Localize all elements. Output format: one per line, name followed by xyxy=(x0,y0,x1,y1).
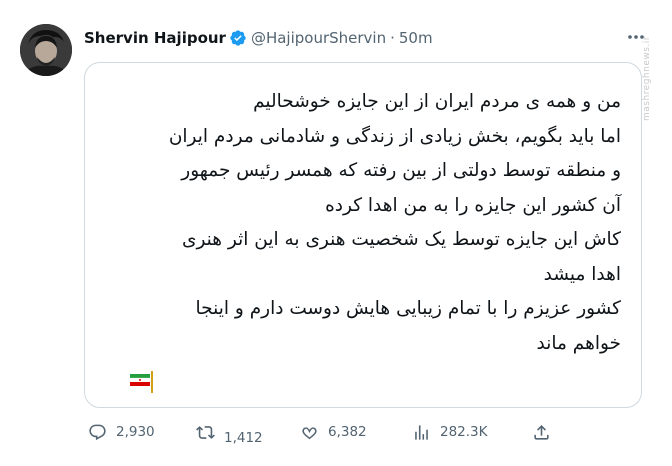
handle[interactable]: @HajipourShervin xyxy=(251,29,386,47)
share-icon xyxy=(534,424,549,440)
tweet-text-card: من و همه ی مردم ایران از این جایزه خوشحا… xyxy=(84,62,642,408)
retweet-icon xyxy=(196,425,215,439)
tweet-line: کشور عزیزم را با تمام زیبایی هایش دوست د… xyxy=(195,298,621,319)
tweet-line: کاش این جایزه توسط یک شخصیت هنری به این … xyxy=(181,229,621,250)
tweet-line: من و همه ی مردم ایران از این جایزه خوشحا… xyxy=(253,91,621,112)
timestamp[interactable]: 50m xyxy=(399,29,433,47)
profile-photo-icon xyxy=(20,24,72,76)
tweet-line: آن کشور این جایزه را به من اهدا کرده xyxy=(325,194,621,216)
action-bar: 2,930 1,412 6,382 282.3K xyxy=(84,418,554,446)
share-button[interactable] xyxy=(532,418,551,446)
reply-icon xyxy=(89,424,106,440)
like-button[interactable]: 6,382 xyxy=(300,418,367,446)
views-button[interactable]: 282.3K xyxy=(412,418,488,446)
tweet-line: اما باید بگویم، بخش زیادی از زندگی و شاد… xyxy=(168,125,621,147)
retweet-count: 1,412 xyxy=(224,430,263,446)
tweet-line: و منطقه توسط دولتی از بین رفته که همسر ر… xyxy=(181,160,621,181)
tweet-line: اهدا میشد xyxy=(543,263,621,285)
reply-button[interactable]: 2,930 xyxy=(88,418,155,446)
views-count: 282.3K xyxy=(440,424,488,440)
display-name[interactable]: Shervin Hajipour xyxy=(84,29,226,47)
separator-dot: · xyxy=(390,29,395,47)
views-chart-icon xyxy=(415,424,428,440)
avatar[interactable] xyxy=(20,24,72,76)
tweet-text: من و همه ی مردم ایران از این جایزه خوشحا… xyxy=(111,85,621,361)
retweet-button[interactable]: 1,412 xyxy=(196,418,263,446)
like-count: 6,382 xyxy=(328,424,367,440)
watermark: mashreghnews.ir xyxy=(642,36,652,122)
reply-count: 2,930 xyxy=(116,424,155,440)
verified-badge-icon xyxy=(229,29,247,47)
tweet-line: خواهم ماند xyxy=(536,332,622,354)
iran-flag-icon xyxy=(128,367,154,393)
tweet: Shervin Hajipour @HajipourShervin · 50m … xyxy=(0,0,672,466)
tweet-header: Shervin Hajipour @HajipourShervin · 50m xyxy=(84,26,433,50)
heart-icon xyxy=(302,426,317,439)
